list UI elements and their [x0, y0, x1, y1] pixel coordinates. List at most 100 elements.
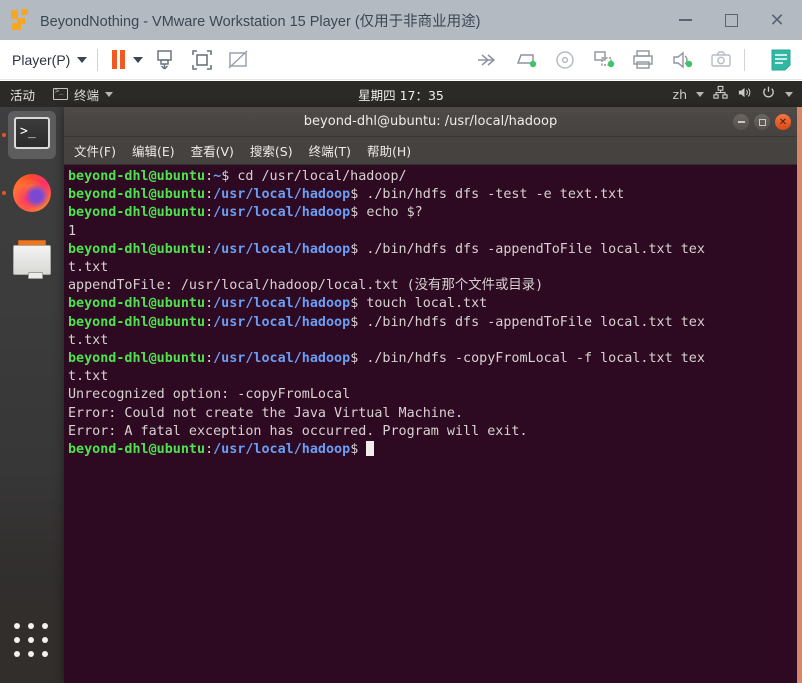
vmware-maximize-button[interactable]: [708, 0, 754, 40]
prompt-separator: :: [205, 241, 214, 257]
prompt-user-host: beyond-dhl@ubuntu: [68, 187, 206, 203]
vmware-close-button[interactable]: ✕: [754, 0, 800, 40]
prompt-dollar: $: [350, 205, 367, 221]
chevron-down-icon: [77, 56, 88, 63]
menu-edit[interactable]: 编辑(E): [132, 141, 175, 160]
prompt-dollar: $: [350, 187, 367, 203]
prompt-user-host: beyond-dhl@ubuntu: [68, 169, 206, 184]
network-adapter-icon[interactable]: [591, 47, 617, 73]
terminal-prompt-line: beyond-dhl@ubuntu:/usr/local/hadoop$ ./b…: [68, 314, 797, 332]
terminal-prompt-line: beyond-dhl@ubuntu:/usr/local/hadoop$ ech…: [68, 204, 797, 222]
send-to-back-icon[interactable]: [153, 47, 179, 73]
running-indicator: [2, 133, 6, 137]
terminal-output-line: Unrecognized option: -copyFromLocal: [68, 386, 797, 404]
pause-chevron-down-icon[interactable]: [133, 56, 144, 63]
ubuntu-dock: >_: [0, 107, 64, 683]
terminal-output: beyond-dhl@ubuntu:~$ cd /usr/local/hadoo…: [68, 168, 797, 459]
stretch-disabled-icon[interactable]: [225, 47, 251, 73]
terminal-maximize-button[interactable]: [754, 114, 770, 130]
prompt-separator: :: [205, 314, 214, 330]
prompt-dollar: $: [350, 351, 367, 367]
prompt-separator: :: [205, 351, 214, 367]
vmware-titlebar: BeyondNothing - VMware Workstation 15 Pl…: [0, 0, 802, 40]
terminal-prompt-line: beyond-dhl@ubuntu:/usr/local/hadoop$ ./b…: [68, 350, 797, 368]
prompt-user-host: beyond-dhl@ubuntu: [68, 241, 206, 257]
toolbar-divider: [97, 48, 99, 71]
output-text: Error: Could not create the Java Virtual…: [68, 405, 464, 421]
pause-button[interactable]: [112, 50, 126, 69]
terminal-cursor: [366, 441, 375, 457]
panel-status-area[interactable]: zh: [673, 81, 793, 107]
prompt-command: cd /usr/local/hadoop/: [237, 169, 407, 184]
prompt-user-host: beyond-dhl@ubuntu: [68, 351, 206, 367]
activities-button[interactable]: 活动: [10, 85, 35, 104]
terminal-output-line: Error: A fatal exception has occurred. P…: [68, 423, 797, 441]
player-menu-button[interactable]: Player(P): [12, 52, 88, 68]
terminal-close-button[interactable]: ✕: [775, 114, 791, 130]
prompt-dollar: $: [350, 296, 367, 312]
prompt-dollar: $: [350, 442, 367, 458]
vm-guest-screen: 活动 终端 星期四 17：35 zh: [0, 81, 802, 683]
gnome-terminal-window: beyond-dhl@ubuntu: /usr/local/hadoop ✕ 文…: [64, 107, 802, 683]
dock-item-firefox[interactable]: [2, 169, 56, 217]
cd-dvd-icon[interactable]: [552, 47, 578, 73]
close-icon: ✕: [778, 116, 788, 128]
output-text: t.txt: [68, 260, 109, 276]
vmware-device-icons: [461, 40, 794, 80]
terminal-prompt-line: beyond-dhl@ubuntu:/usr/local/hadoop$ ./b…: [68, 241, 797, 259]
power-icon: [761, 85, 776, 103]
terminal-screen[interactable]: beyond-dhl@ubuntu:~$ cd /usr/local/hadoo…: [64, 165, 797, 683]
vmware-player-window: BeyondNothing - VMware Workstation 15 Pl…: [0, 0, 802, 683]
prompt-separator: :: [205, 205, 214, 221]
terminal-output-line: t.txt: [68, 332, 797, 350]
panel-app-menu[interactable]: 终端: [53, 85, 114, 104]
prompt-path: /usr/local/hadoop: [213, 442, 351, 458]
toolbar-divider-right: [744, 49, 745, 71]
terminal-output-line: 1: [68, 223, 797, 241]
menu-terminal[interactable]: 终端(T): [309, 141, 351, 160]
terminal-prompt-line: beyond-dhl@ubuntu:/usr/local/hadoop$: [68, 441, 797, 459]
dock-item-terminal[interactable]: >_: [2, 111, 56, 159]
maximize-icon: [724, 13, 738, 27]
printer-icon[interactable]: [630, 47, 656, 73]
output-text: Error: A fatal exception has occurred. P…: [68, 423, 528, 439]
menu-file[interactable]: 文件(F): [74, 141, 116, 160]
panel-app-label: 终端: [74, 87, 100, 103]
terminal-output-line: t.txt: [68, 368, 797, 386]
prompt-command: ./bin/hdfs dfs -appendToFile local.txt t…: [366, 241, 705, 257]
camera-icon[interactable]: [708, 47, 734, 73]
language-indicator[interactable]: zh: [673, 87, 687, 102]
network-fast-forward-icon[interactable]: [474, 47, 500, 73]
prompt-command: ./bin/hdfs -copyFromLocal -f local.txt t…: [366, 351, 705, 367]
sound-icon[interactable]: [669, 47, 695, 73]
prompt-separator: :: [205, 187, 214, 203]
terminal-output-line: Error: Could not create the Java Virtual…: [68, 405, 797, 423]
vmware-minimize-button[interactable]: [662, 0, 708, 40]
notes-icon[interactable]: [768, 47, 794, 73]
prompt-path: /usr/local/hadoop: [213, 314, 351, 330]
prompt-path: /usr/local/hadoop: [213, 296, 351, 312]
fullscreen-icon[interactable]: [189, 47, 215, 73]
show-applications-button[interactable]: [14, 623, 50, 659]
prompt-separator: :: [205, 169, 214, 184]
dock-item-files[interactable]: [8, 235, 56, 283]
prompt-user-host: beyond-dhl@ubuntu: [68, 442, 206, 458]
output-text: t.txt: [68, 369, 109, 385]
menu-help[interactable]: 帮助(H): [367, 141, 411, 160]
output-text: t.txt: [68, 332, 109, 348]
prompt-command: touch local.txt: [366, 296, 488, 312]
terminal-icon: [53, 87, 69, 100]
system-chevron-down-icon: [785, 91, 793, 97]
vmware-logo-icon: [10, 9, 32, 31]
prompt-user-host: beyond-dhl@ubuntu: [68, 314, 206, 330]
removable-disk-icon[interactable]: [513, 47, 539, 73]
minimize-icon: [678, 19, 692, 21]
minimize-icon: [737, 121, 745, 123]
menu-search[interactable]: 搜索(S): [250, 141, 293, 160]
menu-view[interactable]: 查看(V): [191, 141, 234, 160]
language-chevron-down-icon: [696, 91, 704, 97]
output-text: appendToFile: /usr/local/hadoop/local.tx…: [68, 278, 544, 294]
output-text: 1: [68, 223, 77, 239]
maximize-icon: [758, 118, 766, 126]
terminal-minimize-button[interactable]: [733, 114, 749, 130]
